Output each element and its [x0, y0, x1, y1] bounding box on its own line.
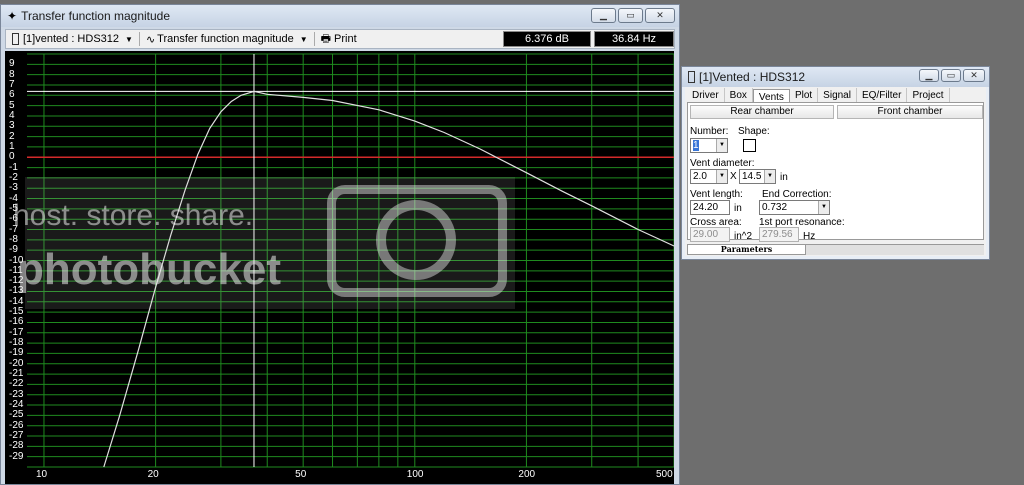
y-tick-label: -3	[9, 182, 18, 194]
y-tick-label: -28	[9, 440, 24, 452]
vent-diameter-select[interactable]: 2.0 ▼	[690, 169, 728, 184]
vent-length-label: Vent length:	[690, 189, 743, 200]
x-tick-label: 500	[656, 469, 673, 480]
end-correction-value: 0.732	[762, 202, 788, 213]
title-bar[interactable]: ✦ Transfer function magnitude ▁ ▭ ✕	[1, 5, 679, 27]
chevron-down-icon: ▼	[818, 201, 829, 214]
y-tick-label: -19	[9, 347, 24, 359]
x-label: X	[730, 171, 737, 182]
vented-body: Driver Box Vents Plot Signal EQ/Filter Project…	[685, 87, 986, 256]
length-unit-label: in	[734, 203, 742, 214]
y-tick-label: 6	[9, 89, 15, 101]
front-chamber-header[interactable]: Front chamber	[837, 105, 983, 119]
tab-eq-filter[interactable]: EQ/Filter	[857, 88, 908, 103]
chevron-down-icon: ▼	[716, 139, 727, 152]
shape-button[interactable]	[743, 139, 756, 152]
rear-chamber-header[interactable]: Rear chamber	[690, 105, 834, 119]
view-select-value: Transfer function magnitude	[157, 33, 294, 45]
port-resonance-field: 279.56	[759, 227, 799, 242]
chevron-down-icon: ▼	[299, 34, 308, 44]
y-tick-label: 3	[9, 120, 15, 132]
tab-strip: Driver Box Vents Plot Signal EQ/Filter Project	[687, 88, 950, 104]
number-select-value: 1	[693, 140, 699, 151]
x-tick-label: 50	[295, 469, 307, 480]
db-readout: 6.376 dB	[503, 31, 591, 47]
vent-diameter-label: Vent diameter:	[690, 158, 755, 169]
project-select-value: [1]vented : HDS312	[23, 33, 120, 45]
doc-icon	[12, 33, 19, 45]
view-select[interactable]: ∿ Transfer function magnitude ▼	[140, 30, 314, 48]
vent-count-select[interactable]: 14.5 ▼	[739, 169, 776, 184]
watermark-line1: host. store. share.	[13, 199, 254, 232]
y-tick-label: 0	[9, 151, 15, 163]
curve-icon: ∿	[145, 33, 156, 46]
tab-plot[interactable]: Plot	[790, 88, 819, 103]
vented-window-title: [1]Vented : HDS312	[699, 70, 806, 84]
vented-title-bar[interactable]: [1]Vented : HDS312 ▁ ▭ ✕	[682, 67, 989, 87]
x-tick-label: 20	[147, 469, 159, 480]
bottom-tab-strip: Parameters	[687, 244, 984, 255]
x-tick-label: 200	[518, 469, 536, 480]
transfer-function-window: ✦ Transfer function magnitude ▁ ▭ ✕ [1]v…	[0, 4, 680, 485]
hz-readout: 36.84 Hz	[594, 31, 674, 47]
number-label: Number:	[690, 126, 729, 137]
printer-icon: 🖶	[320, 32, 332, 45]
vented-window: [1]Vented : HDS312 ▁ ▭ ✕ Driver Box Vents P…	[681, 66, 990, 260]
minimize-button[interactable]: ▁	[591, 8, 616, 23]
area-unit-label: in^2	[734, 231, 753, 242]
number-select[interactable]: 1 ▼	[690, 138, 728, 153]
vent-length-input[interactable]: 24.20	[690, 200, 730, 215]
y-tick-label: -16	[9, 316, 24, 328]
close-button[interactable]: ✕	[963, 69, 985, 82]
tab-signal[interactable]: Signal	[818, 88, 857, 103]
app-icon: ✦	[7, 9, 18, 23]
minimize-button[interactable]: ▁	[919, 69, 939, 82]
x-tick-label: 10	[35, 469, 48, 480]
print-label: Print	[334, 33, 357, 45]
hz-unit-label: Hz	[803, 231, 816, 242]
maximize-button[interactable]: ▭	[618, 8, 643, 23]
cross-area-field: 29.00	[690, 227, 730, 242]
vent-count-value: 14.5	[742, 171, 762, 182]
y-tick-label: -29	[9, 450, 24, 462]
shape-label: Shape:	[738, 126, 770, 137]
doc-icon	[688, 71, 695, 83]
vent-diameter-value: 2.0	[693, 171, 707, 182]
diameter-unit-label: in	[780, 172, 788, 183]
close-button[interactable]: ✕	[645, 8, 675, 23]
chevron-down-icon: ▼	[125, 34, 133, 44]
chevron-down-icon: ▼	[716, 170, 727, 183]
print-button[interactable]: 🖶 Print	[315, 30, 363, 48]
window-title: Transfer function magnitude	[21, 9, 171, 23]
tab-project[interactable]: Project	[907, 88, 950, 103]
watermark-line2: photobucket	[17, 245, 281, 294]
y-tick-label: -25	[9, 409, 24, 421]
y-tick-label: -22	[9, 378, 24, 390]
watermark: host. store. share. photobucket	[13, 177, 515, 309]
end-correction-select[interactable]: 0.732 ▼	[759, 200, 830, 215]
plot-area[interactable]: 9 8 7 6 5 4 3 2 1 0 -1 -2 -3 -4 -5 -6 -7 -8 -9 -10 -11 -12 -13…	[5, 51, 674, 484]
tab-driver[interactable]: Driver	[687, 88, 725, 103]
bottom-tab-parameters[interactable]: Parameters	[687, 245, 806, 255]
project-select[interactable]: [1]vented : HDS312 ▼	[6, 30, 139, 48]
end-correction-label: End Correction:	[762, 189, 832, 200]
tab-box[interactable]: Box	[725, 88, 753, 103]
maximize-button[interactable]: ▭	[941, 69, 961, 82]
chevron-down-icon: ▼	[764, 170, 775, 183]
camera-icon	[327, 185, 507, 297]
y-tick-label: 9	[9, 58, 15, 70]
camera-lens-icon	[376, 200, 456, 280]
x-tick-label: 100	[406, 469, 424, 480]
